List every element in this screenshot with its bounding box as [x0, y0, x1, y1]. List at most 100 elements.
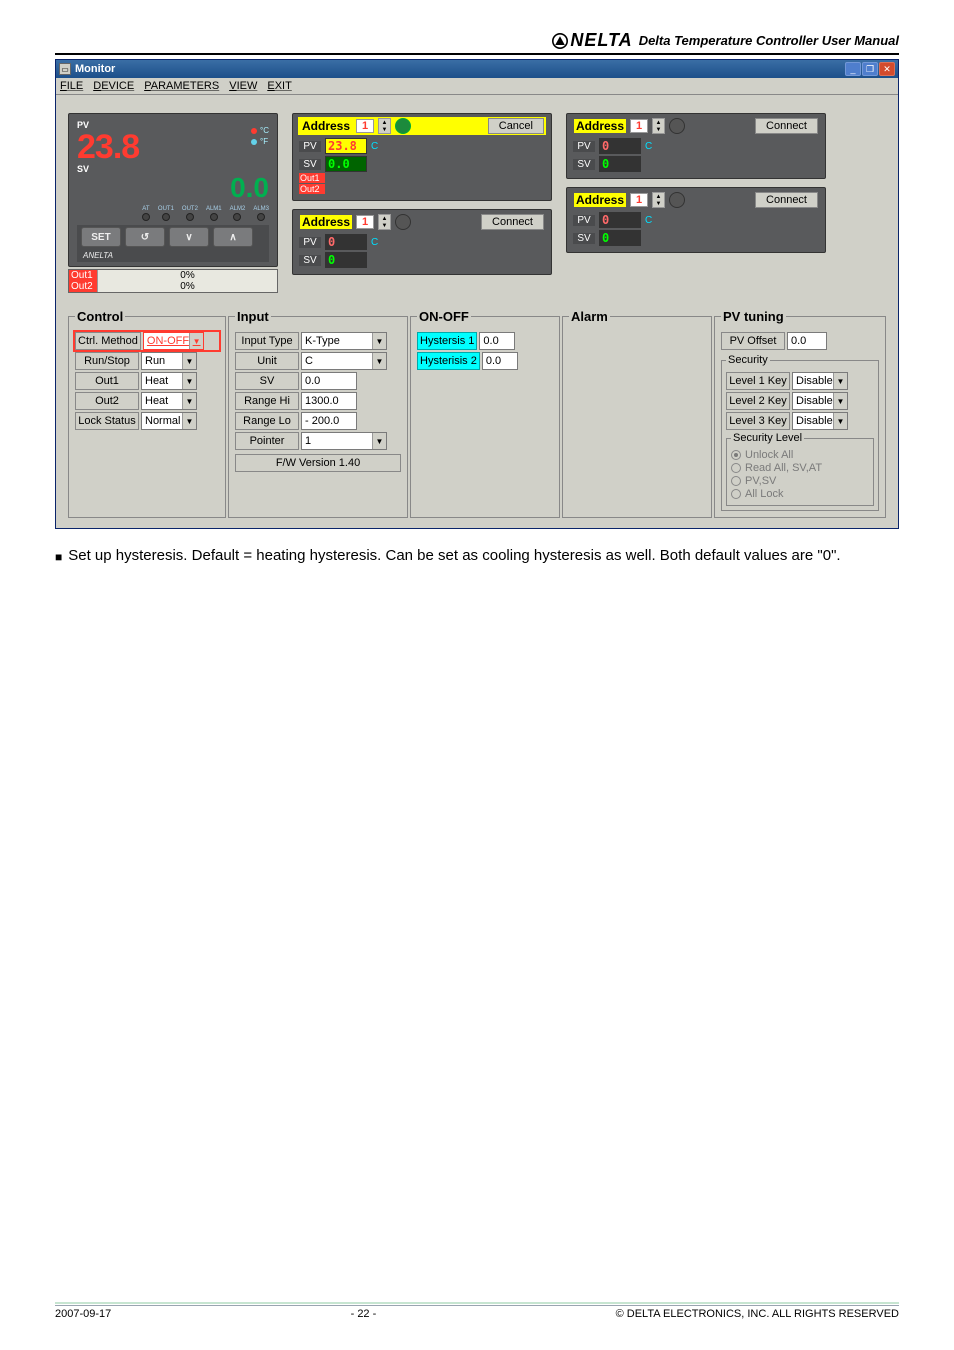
address-4-spinner[interactable]: ▲▼: [652, 192, 665, 208]
footer-page: - 22 -: [351, 1308, 377, 1320]
address-2-indicator-icon: [395, 214, 411, 230]
security-level-group: Security Level Unlock All Read All, SV,A…: [726, 432, 874, 506]
window-close-button[interactable]: ✕: [879, 62, 895, 76]
pv-offset-input[interactable]: 0.0: [787, 332, 827, 350]
unit-select[interactable]: C▼: [301, 352, 387, 370]
input-type-select[interactable]: K-Type▼: [301, 332, 387, 350]
range-lo-button[interactable]: Range Lo: [235, 412, 299, 430]
radio-unlock-all[interactable]: [731, 450, 741, 460]
pv-offset-button[interactable]: PV Offset: [721, 332, 785, 350]
addr1-out1-tag: Out1: [299, 173, 325, 183]
control-group: Control Ctrl. Method ON-OFF▼ Run/Stop Ru…: [68, 309, 226, 518]
device-up-button[interactable]: ∧: [213, 227, 253, 247]
device-set-button[interactable]: SET: [81, 227, 121, 247]
radio-all-lock[interactable]: [731, 489, 741, 499]
address-3-connect-button[interactable]: Connect: [755, 118, 818, 134]
level-2-key-button[interactable]: Level 2 Key: [726, 392, 790, 410]
sv-input[interactable]: 0.0: [301, 372, 357, 390]
onoff-group: ON-OFF Hystersis 1 0.0 Hysterisis 2 0.0: [410, 309, 560, 518]
sv-button[interactable]: SV: [235, 372, 299, 390]
out1-select[interactable]: Heat▼: [141, 372, 197, 390]
level-1-key-select[interactable]: Disable▼: [792, 372, 848, 390]
menu-device[interactable]: DEVICE: [93, 80, 134, 92]
address-2-spinner[interactable]: ▲▼: [378, 214, 391, 230]
address-1-cancel-button[interactable]: Cancel: [488, 118, 544, 134]
address-2-connect-button[interactable]: Connect: [481, 214, 544, 230]
level-1-key-button[interactable]: Level 1 Key: [726, 372, 790, 390]
address-1-indicator-icon: [395, 118, 411, 134]
out2-tag: Out2: [69, 281, 97, 292]
address-panel-3: Address 1 ▲▼ Connect PV0C SV0: [566, 113, 826, 179]
pv-value: 23.8: [77, 130, 139, 164]
device-cycle-button[interactable]: ↺: [125, 227, 165, 247]
window-minimize-button[interactable]: _: [845, 62, 861, 76]
address-3-value[interactable]: 1: [630, 119, 648, 133]
out2-select[interactable]: Heat▼: [141, 392, 197, 410]
address-panel-4: Address 1 ▲▼ Connect PV0C SV0: [566, 187, 826, 253]
menu-parameters[interactable]: PARAMETERS: [144, 80, 219, 92]
unit-button[interactable]: Unit: [235, 352, 299, 370]
ctrl-method-select[interactable]: ON-OFF▼: [143, 332, 204, 350]
addr3-pv: 0: [599, 138, 641, 154]
out1-tag: Out1: [69, 270, 97, 281]
addr1-sv: 0.0: [325, 156, 367, 172]
device-down-button[interactable]: ∨: [169, 227, 209, 247]
delta-logo: NELTA: [552, 30, 632, 51]
input-type-button[interactable]: Input Type: [235, 332, 299, 350]
address-2-value[interactable]: 1: [356, 215, 374, 229]
addr2-sv: 0: [325, 252, 367, 268]
runstop-button[interactable]: Run/Stop: [75, 352, 139, 370]
addr2-pv: 0: [325, 234, 367, 250]
device-display: PV 23.8 °C °F SV 0.0 AT OUT1: [68, 113, 278, 293]
address-4-value[interactable]: 1: [630, 193, 648, 207]
hysteresis-1-button[interactable]: Hystersis 1: [417, 332, 477, 350]
address-3-spinner[interactable]: ▲▼: [652, 118, 665, 134]
hysteresis-2-input[interactable]: 0.0: [482, 352, 518, 370]
level-2-key-select[interactable]: Disable▼: [792, 392, 848, 410]
lock-status-select[interactable]: Normal▼: [141, 412, 197, 430]
range-hi-button[interactable]: Range Hi: [235, 392, 299, 410]
unit-c: °C: [260, 126, 269, 135]
pointer-select[interactable]: 1▼: [301, 432, 387, 450]
range-hi-input[interactable]: 1300.0: [301, 392, 357, 410]
footer-copyright: © DELTA ELECTRONICS, INC. ALL RIGHTS RES…: [616, 1308, 899, 1320]
level-3-key-button[interactable]: Level 3 Key: [726, 412, 790, 430]
pointer-button[interactable]: Pointer: [235, 432, 299, 450]
hysteresis-2-button[interactable]: Hysterisis 2: [417, 352, 480, 370]
fw-version-label: F/W Version 1.40: [235, 454, 401, 472]
doc-title: Delta Temperature Controller User Manual: [639, 33, 899, 48]
addr4-sv: 0: [599, 230, 641, 246]
addr1-pv: 23.8: [325, 138, 367, 154]
address-4-connect-button[interactable]: Connect: [755, 192, 818, 208]
menu-view[interactable]: VIEW: [229, 80, 257, 92]
bullet-icon: ■: [55, 550, 62, 564]
page-footer: 2007-09-17 - 22 - © DELTA ELECTRONICS, I…: [55, 1305, 899, 1320]
footer-date: 2007-09-17: [55, 1308, 111, 1320]
menu-file[interactable]: FILE: [60, 80, 83, 92]
radio-pvsv[interactable]: [731, 476, 741, 486]
range-lo-input[interactable]: - 200.0: [301, 412, 357, 430]
addr3-sv: 0: [599, 156, 641, 172]
address-label: Address: [300, 119, 352, 133]
address-3-indicator-icon: [669, 118, 685, 134]
input-group: Input Input Type K-Type▼ Unit C▼ SV 0.0 …: [228, 309, 408, 518]
address-1-value[interactable]: 1: [356, 119, 374, 133]
window-maximize-button[interactable]: ❐: [862, 62, 878, 76]
monitor-window: ▭ Monitor _ ❐ ✕ FILE DEVICE PARAMETERS V…: [55, 59, 899, 529]
address-1-spinner[interactable]: ▲▼: [378, 118, 391, 134]
runstop-select[interactable]: Run▼: [141, 352, 197, 370]
out2-button[interactable]: Out2: [75, 392, 139, 410]
device-brand: ANELTA: [77, 249, 269, 262]
out1-percent: 0%: [97, 270, 277, 281]
security-group: Security Level 1 Key Disable▼ Level 2 Ke…: [721, 354, 879, 511]
address-panel-2: Address 1 ▲▼ Connect PV0C SV0: [292, 209, 552, 275]
radio-read-all[interactable]: [731, 463, 741, 473]
out1-button[interactable]: Out1: [75, 372, 139, 390]
menu-exit[interactable]: EXIT: [267, 80, 291, 92]
ctrl-method-button[interactable]: Ctrl. Method: [75, 332, 141, 350]
hysteresis-1-input[interactable]: 0.0: [479, 332, 515, 350]
addr1-out2-tag: Out2: [299, 184, 325, 194]
body-paragraph: ■ Set up hysteresis. Default = heating h…: [55, 547, 899, 564]
level-3-key-select[interactable]: Disable▼: [792, 412, 848, 430]
lock-status-button[interactable]: Lock Status: [75, 412, 139, 430]
